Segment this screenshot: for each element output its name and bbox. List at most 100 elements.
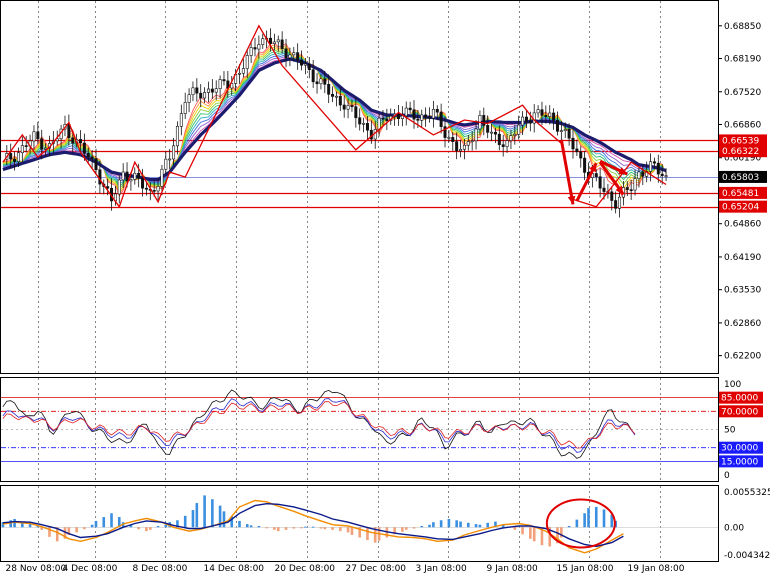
- macd-histogram-bar: [323, 527, 327, 530]
- macd-histogram-bar: [110, 513, 113, 528]
- candle-body: [571, 137, 575, 150]
- candle-body: [404, 107, 408, 117]
- macd-histogram-bar: [265, 527, 268, 529]
- price-label: 0.62200: [724, 352, 761, 362]
- candle-body: [315, 81, 319, 85]
- price-label: 0.68190: [724, 55, 761, 65]
- macd-histogram-bar: [148, 527, 152, 530]
- candle-body: [94, 158, 98, 171]
- time-axis: 28 Nov 08:004 Dec 08:00 8 Dec 08:00 14 Dec…: [6, 564, 685, 574]
- candle-body: [652, 161, 656, 164]
- candle-body: [133, 172, 137, 180]
- macd-axis-label: -0.0043426: [724, 551, 770, 561]
- level-tag-label: 0.66322: [722, 147, 759, 157]
- candle-body: [331, 93, 335, 97]
- candle-body: [214, 88, 218, 93]
- macd-histogram-bar: [401, 527, 404, 532]
- candle-body: [583, 157, 587, 173]
- candle-body: [660, 173, 664, 176]
- price-label: 0.64860: [724, 220, 761, 230]
- current-price-tag-label: 0.65803: [722, 173, 759, 183]
- time-label: 28 Nov 08:00: [6, 564, 67, 574]
- candle-body: [292, 52, 296, 56]
- macd-histogram-bar: [90, 524, 94, 528]
- candle-body: [191, 87, 195, 96]
- candle-body: [447, 137, 451, 139]
- candle-body: [346, 105, 350, 110]
- candle-body: [288, 54, 292, 59]
- oscillator-level-tag-label: 85.0000: [721, 394, 758, 404]
- price-label: 0.67520: [724, 88, 761, 98]
- candle-body: [323, 78, 327, 85]
- candle-body: [431, 108, 435, 119]
- candle-body: [358, 117, 362, 125]
- candle-body: [168, 158, 172, 161]
- macd-histogram-bar: [459, 521, 462, 528]
- candle-body: [509, 135, 513, 141]
- macd-histogram-bar: [292, 527, 296, 529]
- candle-body: [656, 162, 660, 175]
- oscillator-panel-frame: [0, 377, 719, 482]
- macd-histogram-bar: [195, 503, 199, 528]
- macd-histogram-bar: [439, 520, 443, 528]
- time-label: 3 Jan 08:00: [416, 564, 468, 574]
- oscillator-axis-label: 100: [724, 380, 741, 390]
- price-tags: 0.665390.66322 0.65481 0.65204 0.65803: [719, 134, 767, 213]
- macd-histogram-bar: [602, 509, 606, 528]
- level-tag-label: 0.66539: [722, 136, 759, 146]
- candle-body: [563, 128, 567, 131]
- macd-histogram-bar: [350, 527, 354, 535]
- candle-body: [493, 131, 497, 135]
- macd-histogram-bar: [75, 527, 78, 533]
- oscillator-level-tag-label: 30.0000: [721, 444, 758, 454]
- time-label: 14 Dec 08:00: [204, 564, 265, 574]
- candle-body: [141, 177, 145, 189]
- macd-histogram-bar: [486, 522, 489, 528]
- candle-body: [470, 140, 474, 143]
- candle-body: [544, 115, 548, 117]
- price-label: 0.66860: [724, 121, 761, 131]
- candle-body: [206, 88, 210, 93]
- candle-body: [137, 172, 141, 179]
- candle-body: [416, 118, 420, 121]
- macd-histogram-bar: [412, 527, 416, 529]
- time-label: 15 Jan 08:00: [557, 564, 614, 574]
- candle-body: [540, 109, 544, 116]
- price-label: 0.68850: [724, 22, 761, 32]
- macd-histogram-bar: [83, 527, 86, 530]
- candle-body: [36, 131, 40, 140]
- candle-body: [354, 106, 358, 119]
- oscillator-axis-label: 50: [724, 426, 736, 436]
- candle-body: [513, 134, 517, 136]
- candle-body: [435, 108, 439, 113]
- candle-body: [175, 126, 179, 147]
- oscillator-axis: 100 85.0000 70.0000 50 30.0000 15.0000 0: [719, 380, 763, 481]
- macd-histogram-bar: [191, 510, 195, 528]
- time-label: 19 Jan 08:00: [628, 564, 685, 574]
- candle-body: [342, 104, 346, 110]
- macd-histogram-bar: [28, 524, 32, 528]
- candle-body: [117, 179, 121, 195]
- candle-body: [365, 123, 369, 131]
- candle-body: [98, 169, 102, 185]
- candle-body: [106, 186, 110, 189]
- macd-histogram-bar: [156, 526, 160, 528]
- macd-histogram-bar: [346, 527, 350, 533]
- macd-histogram-bar: [594, 506, 598, 528]
- candle-body: [490, 131, 494, 134]
- candle-body: [125, 171, 129, 182]
- candle-body: [462, 144, 466, 150]
- macd-histogram-bar: [300, 527, 303, 529]
- macd-histogram-bar: [273, 527, 276, 530]
- macd-histogram-bar: [521, 527, 524, 535]
- macd-histogram-bar: [466, 522, 470, 528]
- candle-body: [210, 88, 214, 93]
- macd-histogram-bar: [366, 527, 369, 541]
- candle-body: [594, 173, 598, 178]
- candle-body: [319, 78, 323, 85]
- candle-body: [78, 139, 82, 144]
- macd-histogram-bar: [249, 525, 253, 528]
- candle-body: [269, 37, 273, 44]
- candle-body: [524, 116, 528, 122]
- macd-histogram-bar: [102, 517, 106, 528]
